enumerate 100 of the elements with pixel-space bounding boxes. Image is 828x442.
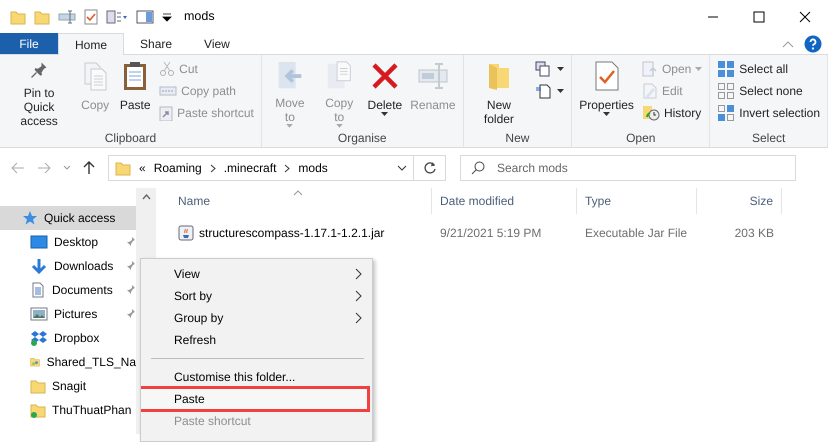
dropdown-caret-icon bbox=[557, 67, 564, 71]
ribbon-button[interactable]: Pin to Quick access bbox=[4, 58, 74, 130]
select-none-icon bbox=[717, 82, 736, 100]
column-header[interactable]: Date modified bbox=[432, 188, 577, 214]
dropdown-caret-icon bbox=[336, 124, 343, 128]
ribbon-button[interactable]: Delete bbox=[364, 58, 406, 130]
collapse-ribbon-icon[interactable] bbox=[782, 40, 794, 48]
table-cell-text: 9/21/2021 5:19 PM bbox=[439, 225, 542, 242]
ribbon-button[interactable]: Properties bbox=[576, 58, 637, 130]
edit-icon bbox=[642, 83, 658, 99]
search-box[interactable]: Search mods bbox=[460, 155, 796, 181]
ribbon-button[interactable]: Paste bbox=[116, 58, 154, 130]
sidebar-item[interactable]: Pictures bbox=[0, 302, 136, 326]
menu-item[interactable]: Customise this folder... bbox=[141, 366, 372, 388]
file-tab[interactable]: File bbox=[0, 33, 58, 54]
folder-icon bbox=[10, 8, 26, 24]
breadcrumb[interactable]: .minecraft bbox=[224, 159, 276, 177]
help-icon[interactable] bbox=[804, 34, 822, 52]
sidebar-item[interactable]: Shared_TLS_Na bbox=[0, 350, 136, 374]
menu-item[interactable]: View bbox=[141, 263, 372, 285]
chevron-right-icon bbox=[355, 312, 362, 324]
invert-selection-icon bbox=[717, 104, 736, 122]
column-header[interactable]: Name bbox=[170, 188, 432, 214]
overflow-chevron[interactable]: « bbox=[139, 159, 146, 177]
sort-caret-icon bbox=[293, 190, 303, 196]
forward-arrow-icon bbox=[37, 162, 51, 174]
dropdown-caret-icon bbox=[695, 67, 702, 71]
group-label: Organise bbox=[336, 130, 388, 146]
chevron-right-icon bbox=[355, 268, 362, 280]
up-arrow-icon bbox=[83, 161, 95, 175]
dropbox-icon bbox=[30, 330, 48, 346]
download-arrow-icon bbox=[30, 258, 48, 274]
group-label: Clipboard bbox=[104, 130, 158, 146]
sidebar-item[interactable]: Quick access bbox=[0, 206, 136, 230]
column-header[interactable]: Size bbox=[697, 188, 782, 214]
ribbon-tab[interactable]: Home bbox=[58, 33, 124, 55]
dropdown-caret-icon bbox=[603, 112, 610, 116]
table-cell-text: 203 KB bbox=[734, 225, 775, 242]
ribbon-button[interactable]: History bbox=[638, 102, 706, 124]
chevron-right-icon bbox=[284, 164, 290, 172]
menu-item[interactable]: Sort by bbox=[141, 285, 372, 307]
group-label: Open bbox=[625, 130, 656, 146]
chevron-down-icon[interactable] bbox=[397, 165, 407, 171]
dropdown-caret-icon bbox=[286, 124, 294, 128]
sidebar-item[interactable]: Dropbox bbox=[0, 326, 136, 350]
ribbon-button[interactable]: Select none bbox=[714, 80, 824, 102]
chevron-right-icon bbox=[355, 290, 362, 302]
layout-icon[interactable] bbox=[106, 8, 128, 24]
group-label: New bbox=[504, 130, 530, 146]
maximize-icon bbox=[753, 10, 765, 22]
sidebar-item[interactable]: Desktop bbox=[0, 230, 136, 254]
scissors-icon bbox=[159, 61, 176, 77]
column-header[interactable]: Type bbox=[577, 188, 697, 214]
address-bar[interactable]: « Roaming .minecraft mods bbox=[108, 155, 414, 181]
star-icon bbox=[22, 210, 38, 226]
folder-icon bbox=[115, 160, 131, 176]
sidebar-item[interactable]: Downloads bbox=[0, 254, 136, 278]
close-icon bbox=[799, 10, 811, 22]
sidebar-item[interactable]: Snagit bbox=[0, 374, 136, 398]
rename-icon[interactable] bbox=[58, 8, 76, 24]
ribbon-button[interactable]: Select all bbox=[714, 58, 824, 80]
back-arrow-icon bbox=[11, 162, 25, 174]
search-icon bbox=[471, 161, 485, 175]
scroll-up-icon bbox=[142, 194, 150, 200]
history-icon bbox=[642, 105, 660, 121]
rename-icon bbox=[416, 60, 449, 92]
refresh-button[interactable] bbox=[414, 155, 446, 181]
document-icon bbox=[535, 83, 554, 99]
folder-icon bbox=[30, 378, 46, 394]
breadcrumb[interactable]: mods bbox=[298, 159, 328, 177]
dropdown-caret-icon bbox=[557, 89, 564, 93]
sidebar-item[interactable]: Documents bbox=[0, 278, 136, 302]
table-cell-text: Executable Jar File bbox=[584, 225, 688, 242]
group-label: Select bbox=[750, 130, 786, 146]
refresh-icon bbox=[422, 161, 436, 175]
pane-icon[interactable] bbox=[136, 8, 154, 24]
open-icon bbox=[642, 61, 658, 77]
window-title: mods bbox=[184, 8, 215, 26]
file-name[interactable]: structurescompass-1.17.1-1.2.1.jar bbox=[199, 224, 384, 242]
chevron-right-icon bbox=[210, 164, 216, 172]
ribbon-tab[interactable]: View bbox=[188, 33, 246, 54]
desktop-icon bbox=[30, 234, 48, 250]
jar-file-icon bbox=[178, 225, 194, 241]
menu-item[interactable]: Paste bbox=[141, 386, 370, 412]
shortcut-icon bbox=[159, 105, 174, 121]
caret-icon bbox=[63, 165, 71, 171]
checklist-icon[interactable] bbox=[84, 8, 98, 24]
sidebar-item[interactable]: ThuThuatPhan bbox=[0, 398, 136, 422]
dropdown-caret-icon bbox=[381, 112, 388, 116]
search-field[interactable]: Search mods bbox=[495, 158, 775, 178]
menu-item[interactable]: Group by bbox=[141, 307, 372, 329]
ribbon-button[interactable]: New folder bbox=[468, 58, 530, 130]
picture-icon bbox=[30, 306, 48, 322]
breadcrumb[interactable]: Roaming bbox=[154, 159, 202, 177]
folder-icon bbox=[30, 402, 46, 418]
menu-item[interactable]: Refresh bbox=[141, 329, 372, 351]
document-icon bbox=[30, 282, 46, 298]
ribbon-button[interactable]: Invert selection bbox=[714, 102, 824, 124]
ribbon-tab[interactable]: Share bbox=[124, 33, 188, 54]
select-all-icon bbox=[717, 60, 736, 78]
